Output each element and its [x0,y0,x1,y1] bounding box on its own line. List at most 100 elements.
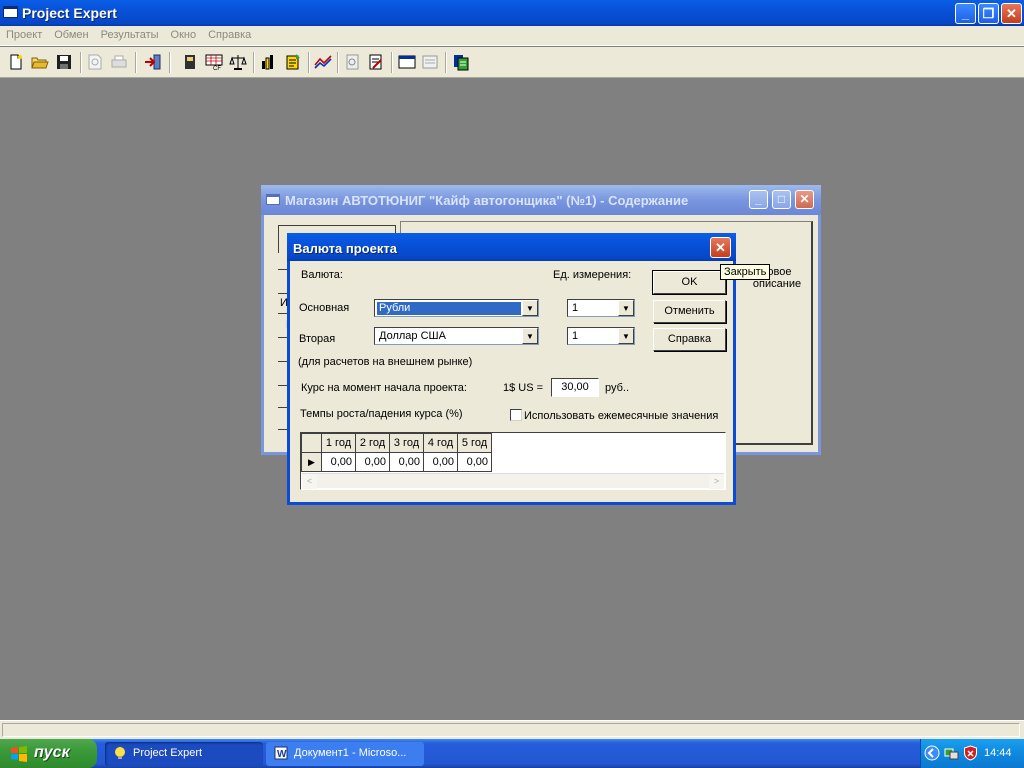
start-button[interactable]: пуск [0,739,97,768]
child-minimize-button[interactable]: _ [749,190,768,209]
second-unit-select[interactable]: 1 ▼ [567,327,635,345]
taskbar-item-label: Project Expert [133,747,203,759]
status-bar [0,720,1024,739]
grid-header-cell: 1 год [321,433,356,453]
app-window-icon [3,6,18,18]
word-document-icon: W [274,746,288,760]
help-button[interactable]: Справка [653,328,726,351]
cash-flow-icon[interactable]: CF [205,53,223,71]
system-tray: 14:44 [920,739,1024,768]
open-icon[interactable] [31,53,49,71]
chevron-down-icon[interactable]: ▼ [522,328,538,344]
calculator-icon[interactable] [452,53,470,71]
edit-doc-icon[interactable] [367,53,385,71]
chevron-down-icon[interactable]: ▼ [618,328,634,344]
save-icon[interactable] [55,53,73,71]
taskbar-item-word-document[interactable]: W Документ1 - Microso... [266,742,424,766]
main-title-bar[interactable]: Project Expert _ ❐ ✕ [0,0,1024,26]
cancel-button[interactable]: Отменить [653,300,726,323]
exit-icon[interactable] [144,53,162,71]
main-unit-select[interactable]: 1 ▼ [567,299,635,317]
minimize-button[interactable]: _ [955,3,976,24]
show-hidden-icons-icon[interactable] [924,745,940,761]
window-icon [266,194,280,205]
dialog-title-bar[interactable]: Валюта проекта ✕ [287,233,736,261]
scroll-left-icon[interactable]: < [302,474,317,489]
content-window-title-bar[interactable]: Магазин АВТОТЮНИГ "Кайф автогонщика" (№1… [261,185,821,215]
currency-label: Валюта: [301,269,343,281]
menu-bar: Проект Обмен Результаты Окно Справка [0,26,1024,46]
taskbar-item-project-expert[interactable]: Project Expert [105,742,263,766]
grid-corner [301,433,322,453]
second-currency-label: Вторая [299,333,336,345]
svg-text:W: W [277,749,287,760]
preview-icon[interactable] [86,53,104,71]
second-unit-value: 1 [572,330,579,342]
app-title: Project Expert [22,5,117,21]
grid-value-cell[interactable]: 0,00 [423,452,458,472]
data-icon[interactable] [260,53,278,71]
menu-results[interactable]: Результаты [95,26,165,41]
note-icon[interactable] [421,53,439,71]
child-close-button[interactable]: ✕ [795,190,814,209]
scroll-right-icon[interactable]: > [709,474,724,489]
external-market-note: (для расчетов на внешнем рынке) [298,356,473,368]
search-doc-icon[interactable] [344,53,362,71]
toolbar: CF [0,47,1024,78]
main-unit-value: 1 [572,302,579,314]
main-currency-label: Основная [299,302,350,314]
dialog-title: Валюта проекта [293,241,397,256]
rate-prefix: 1$ US = [503,382,544,394]
grid-value-cell[interactable]: 0,00 [389,452,424,472]
menu-exchange[interactable]: Обмен [48,26,94,41]
report-icon[interactable] [284,53,302,71]
grid-header-cell: 3 год [389,433,424,453]
taskbar: пуск Project Expert W Документ1 - Micros… [0,739,1024,768]
second-currency-value: Доллар США [379,330,446,342]
menu-project[interactable]: Проект [0,26,48,41]
grid-value-cell[interactable]: 0,00 [355,452,390,472]
grid-value-cell[interactable]: 0,00 [457,452,492,472]
lightbulb-icon [115,747,125,759]
svg-text:CF: CF [213,66,221,71]
menu-window[interactable]: Окно [165,26,203,41]
ok-button[interactable]: OK [652,270,727,295]
grid-header-cell: 4 год [423,433,458,453]
book-icon[interactable] [181,53,199,71]
monthly-label: Использовать ежемесячные значения [524,410,719,422]
menu-help[interactable]: Справка [202,26,257,41]
main-currency-select[interactable]: Рубли ▼ [374,299,539,317]
child-maximize-button[interactable]: □ [772,190,791,209]
start-label: пуск [34,744,70,761]
close-button[interactable]: ✕ [1001,3,1022,24]
chevron-down-icon[interactable]: ▼ [522,300,538,316]
dialog-close-button[interactable]: ✕ [710,237,731,258]
print-icon[interactable] [110,53,128,71]
content-window-title: Магазин АВТОТЮНИГ "Кайф автогонщика" (№1… [285,193,689,208]
row-pointer-icon: ▶ [301,452,322,472]
main-currency-value: Рубли [377,302,521,315]
new-icon[interactable] [7,53,25,71]
growth-rate-grid[interactable]: 1 год 2 год 3 год 4 год 5 год ▶ 0,00 0,0… [300,432,726,490]
grid-value-cell[interactable]: 0,00 [321,452,356,472]
rate-suffix: руб.. [605,382,630,394]
scales-icon[interactable] [229,53,247,71]
security-shield-icon[interactable] [963,745,978,761]
unit-label: Ед. измерения: [553,269,632,281]
chevron-down-icon[interactable]: ▼ [618,300,634,316]
window-icon[interactable] [398,53,416,71]
grid-horizontal-scrollbar[interactable]: < > [302,473,724,489]
network-icon[interactable] [944,746,959,761]
second-currency-select[interactable]: Доллар США ▼ [374,327,539,345]
windows-flag-icon [11,746,27,762]
grid-header-cell: 2 год [355,433,390,453]
close-tooltip: Закрыть [720,264,771,280]
restore-button[interactable]: ❐ [978,3,999,24]
monthly-checkbox[interactable] [510,409,522,421]
grid-header-cell: 5 год [457,433,492,453]
rate-input[interactable]: 30,00 [551,378,599,397]
chart-icon[interactable] [314,53,332,71]
taskbar-item-label: Документ1 - Microso... [294,747,407,759]
rate-label: Курс на момент начала проекта: [301,382,467,394]
clock: 14:44 [984,747,1012,759]
